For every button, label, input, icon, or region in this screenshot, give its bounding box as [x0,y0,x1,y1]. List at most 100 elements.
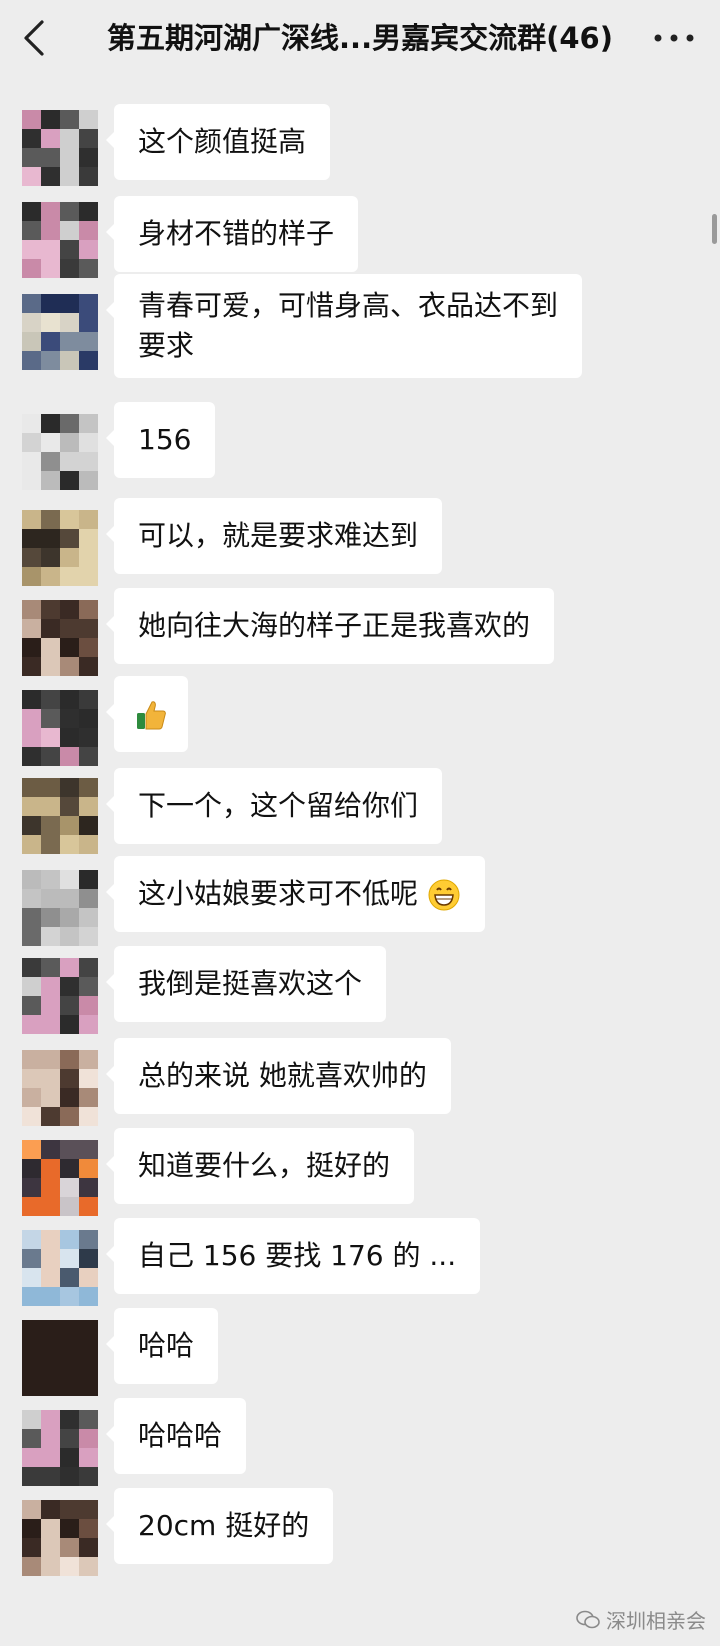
chevron-left-icon [24,20,44,56]
avatar-pixel [41,1500,61,1520]
avatar-pixel [41,1268,61,1288]
avatar-pixel [79,240,98,260]
avatar-pixel [79,797,98,817]
more-button[interactable] [646,18,702,58]
avatar-pixel [79,1557,98,1576]
avatar-pixel [60,1159,80,1179]
avatar-pixel [22,778,42,798]
message-text: 下一个，这个留给你们 [138,789,419,822]
avatar-pixel [60,351,80,370]
back-button[interactable] [12,14,60,62]
avatar-pixel [60,548,80,568]
avatar-pixel [79,452,98,472]
avatar-pixel [41,548,61,568]
avatar[interactable] [22,294,98,370]
avatar-pixel [60,1500,80,1520]
avatar-pixel [79,1140,98,1160]
avatar-pixel [41,110,61,130]
avatar-pixel [41,690,61,710]
avatar-pixel [60,1429,80,1449]
message-bubble[interactable]: 下一个，这个留给你们 [105,768,443,844]
message-row: 可以，就是要求难达到 [0,476,720,586]
avatar-pixel [41,510,61,530]
message-bubble[interactable]: 可以，就是要求难达到 [105,498,443,574]
avatar-pixel [41,148,61,168]
avatar-pixel [60,996,80,1016]
avatar-pixel [60,619,80,639]
avatar-pixel [41,1410,61,1430]
message-bubble[interactable]: 她向往大海的样子正是我喜欢的 [105,588,555,664]
chat-title: 第五期河湖广深线...男嘉宾交流群(46) [107,21,613,55]
avatar-pixel [79,110,98,130]
message-bubble[interactable] [106,676,188,752]
message-row: 她向往大海的样子正是我喜欢的 [0,566,720,676]
avatar-pixel [79,1500,98,1520]
avatar-pixel [41,221,61,241]
avatar-pixel [60,452,80,472]
avatar-pixel [60,870,80,890]
avatar-pixel [22,797,42,817]
message-list[interactable]: 这个颜值挺高 身材不错的样子 青春可爱，可惜身高、衣品达不到 要求 156 可以… [0,76,720,1576]
avatar-pixel [79,1268,98,1288]
avatar-pixel [41,709,61,729]
avatar-pixel [79,1050,98,1070]
message-bubble[interactable]: 自己 156 要找 176 的 ... [105,1218,481,1294]
message-text: 青春可爱，可惜身高、衣品达不到 [138,289,559,322]
watermark-text: 深圳相亲会 [606,1609,706,1633]
message-row: 身材不错的样子 [0,168,720,278]
avatar-pixel [60,889,80,909]
avatar-pixel [79,1178,98,1198]
avatar-pixel [41,1429,61,1449]
avatar-pixel [41,1557,61,1576]
avatar-pixel [22,889,42,909]
avatar-pixel [41,1140,61,1160]
avatar-pixel [22,1268,42,1288]
avatar-pixel [41,1050,61,1070]
avatar-pixel [79,529,98,549]
avatar-pixel [22,129,42,149]
avatar-pixel [41,433,61,453]
avatar-pixel [60,1358,80,1378]
wechat-official-account-icon [576,1610,600,1628]
avatar-pixel [79,1230,98,1250]
avatar-pixel [41,351,61,370]
avatar-pixel [60,1519,80,1539]
avatar-pixel [41,778,61,798]
message-bubble[interactable]: 知道要什么，挺好的 [105,1128,415,1204]
message-bubble[interactable]: 哈哈哈 [105,1398,247,1474]
avatar-pixel [22,690,42,710]
avatar-pixel [22,1448,42,1468]
message-bubble[interactable]: 20cm 挺好的 [105,1488,334,1564]
avatar-pixel [41,129,61,149]
message-bubble[interactable]: 总的来说 她就喜欢帅的 [106,1038,451,1114]
avatar-pixel [79,202,98,222]
message-text: 知道要什么，挺好的 [138,1149,391,1182]
avatar-pixel [60,1557,80,1576]
avatar-pixel [41,452,61,472]
message-text: 哈哈 [138,1329,195,1362]
scrollbar[interactable] [712,214,717,244]
message-bubble[interactable]: 青春可爱，可惜身高、衣品达不到 要求 [105,274,583,378]
avatar-pixel [79,600,98,620]
message-bubble[interactable]: 156 [105,402,216,478]
avatar-pixel [22,332,42,352]
avatar-pixel [22,1339,42,1359]
message-bubble[interactable]: 我倒是挺喜欢这个 [105,946,387,1022]
avatar-pixel [79,1159,98,1179]
message-text: 20cm 挺好的 [138,1509,310,1542]
avatar-pixel [60,797,80,817]
avatar-pixel [41,414,61,434]
avatar[interactable] [22,1500,98,1576]
message-bubble[interactable]: 这小姑娘要求可不低呢 [106,856,485,932]
message-row: 总的来说 她就喜欢帅的 [0,1016,720,1126]
watermark: 深圳相亲会 [576,1605,706,1634]
message-bubble[interactable]: 哈哈 [105,1308,219,1384]
avatar-pixel [22,1519,42,1539]
avatar-pixel [22,1140,42,1160]
message-text: 她向往大海的样子正是我喜欢的 [138,609,531,642]
avatar-pixel [60,709,80,729]
avatar-pixel [41,1088,61,1108]
avatar-pixel [22,110,42,130]
avatar-pixel [22,958,42,978]
avatar-pixel [41,332,61,352]
